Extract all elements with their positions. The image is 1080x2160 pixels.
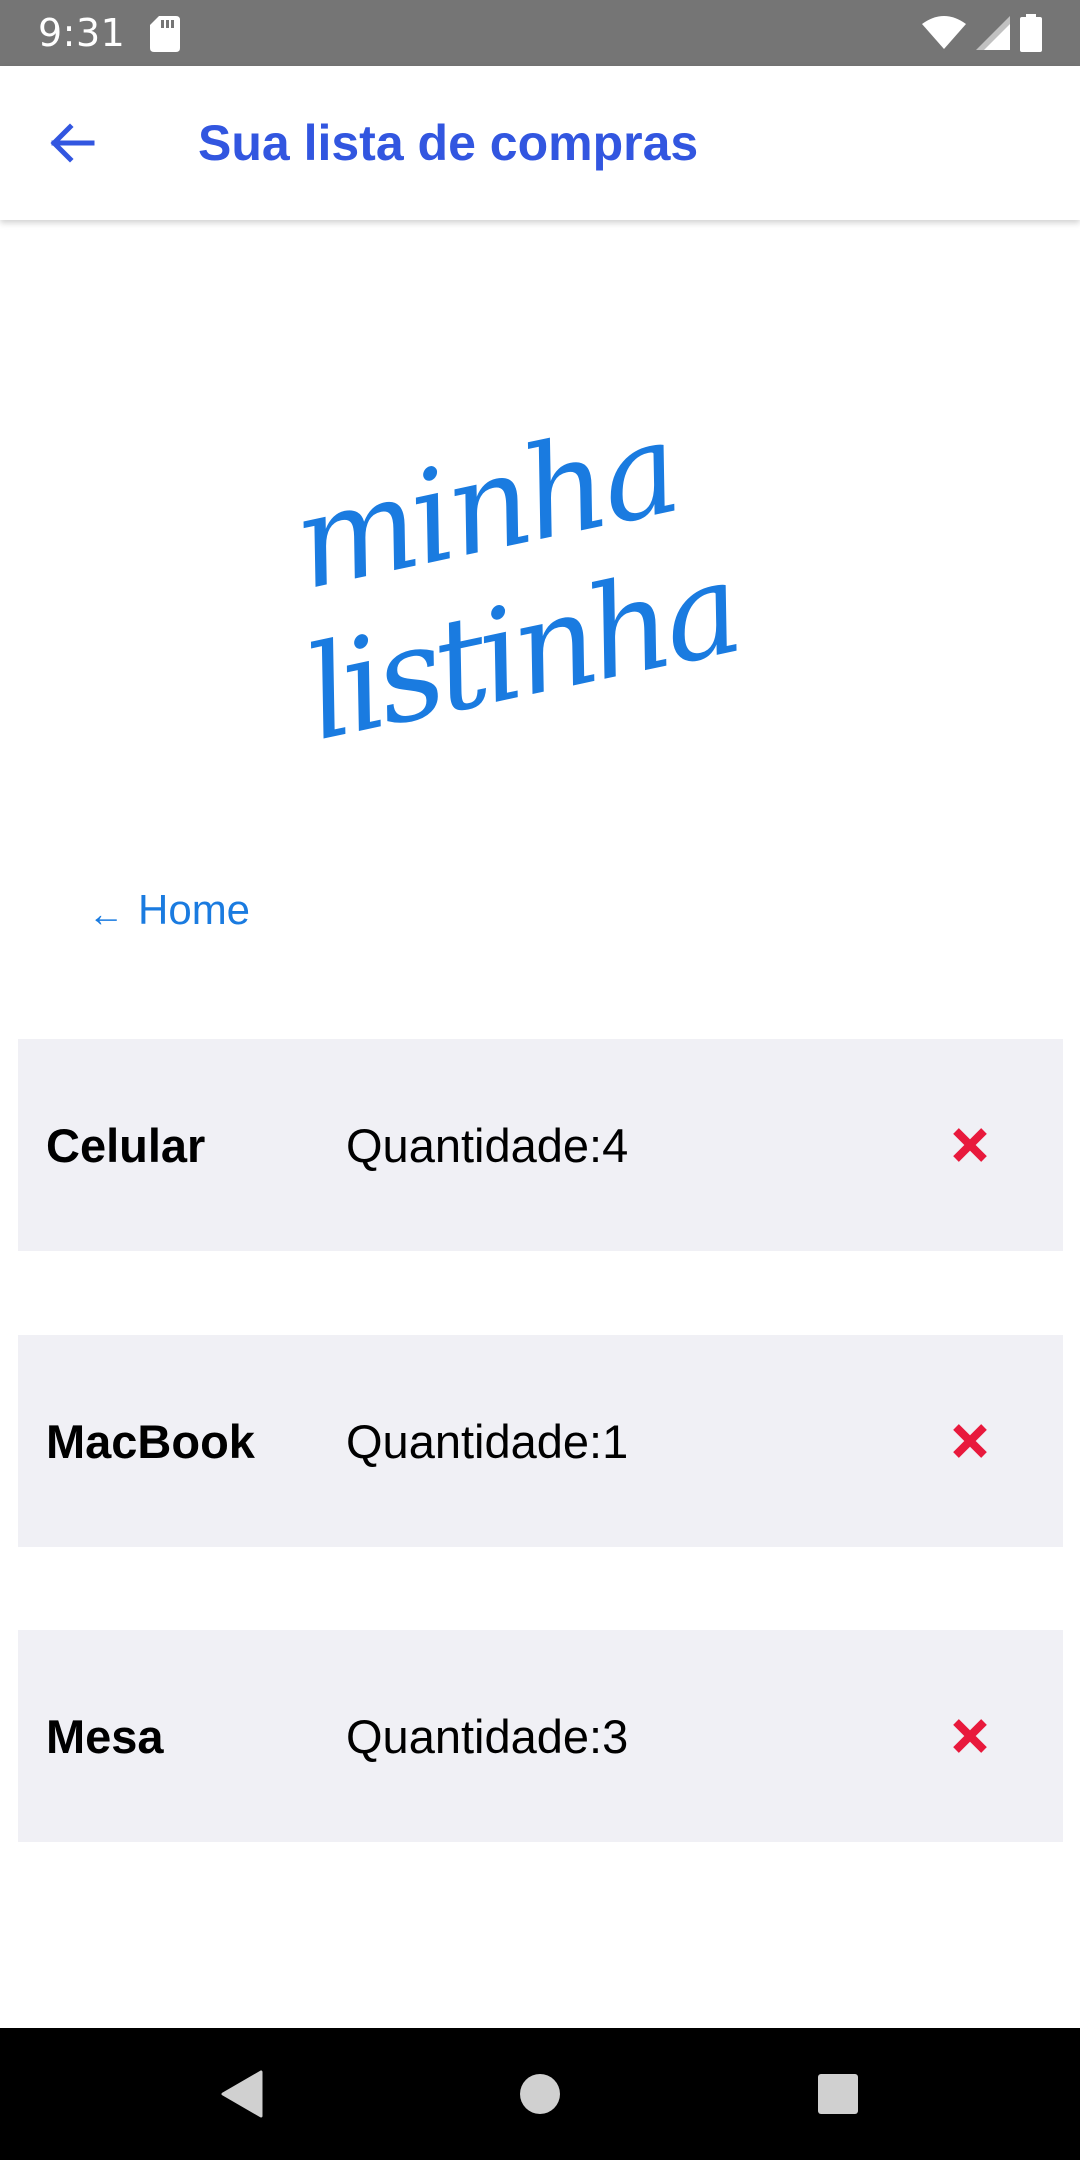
list-item: MacBook Quantidade: 1 (18, 1335, 1063, 1547)
battery-icon (1020, 14, 1042, 52)
status-time: 9:31 (38, 11, 126, 55)
home-link-label: Home (138, 886, 251, 933)
nav-home-button[interactable] (512, 2066, 568, 2122)
status-bar: 9:31 (0, 0, 1080, 66)
close-icon (953, 1128, 987, 1162)
minha-listinha-logo: minha listinha (282, 394, 748, 770)
page-title: Sua lista de compras (198, 115, 699, 171)
item-name: Celular (46, 1118, 206, 1172)
item-quantity: Quantidade: 4 (346, 1118, 629, 1172)
nav-recents-button[interactable] (810, 2066, 866, 2122)
item-quantity: Quantidade: 3 (346, 1709, 629, 1763)
nav-back-button[interactable] (213, 2066, 269, 2122)
item-quantity: Quantidade: 1 (346, 1414, 629, 1468)
sd-card-icon (150, 16, 180, 52)
wifi-icon (922, 16, 966, 49)
signal-icon (976, 16, 1010, 50)
app-bar: Sua lista de compras (0, 66, 1080, 220)
status-icons (922, 14, 1042, 52)
system-nav-bar (0, 2028, 1080, 2160)
list-item: Celular Quantidade: 4 (18, 1039, 1063, 1251)
recents-square-icon (818, 2074, 858, 2114)
remove-item-button[interactable] (940, 1706, 1000, 1766)
back-triangle-icon (221, 2070, 263, 2118)
close-icon (953, 1424, 987, 1458)
close-icon (953, 1719, 987, 1753)
item-name: MacBook (46, 1414, 255, 1468)
list-item: Mesa Quantidade: 3 (18, 1630, 1063, 1842)
remove-item-button[interactable] (940, 1411, 1000, 1471)
home-circle-icon (520, 2074, 560, 2114)
back-button[interactable] (40, 111, 104, 175)
left-arrow-icon: ← (88, 893, 124, 934)
arrow-left-icon (50, 123, 95, 163)
home-link[interactable]: ← Home (88, 884, 250, 936)
item-name: Mesa (46, 1709, 164, 1763)
remove-item-button[interactable] (940, 1115, 1000, 1175)
